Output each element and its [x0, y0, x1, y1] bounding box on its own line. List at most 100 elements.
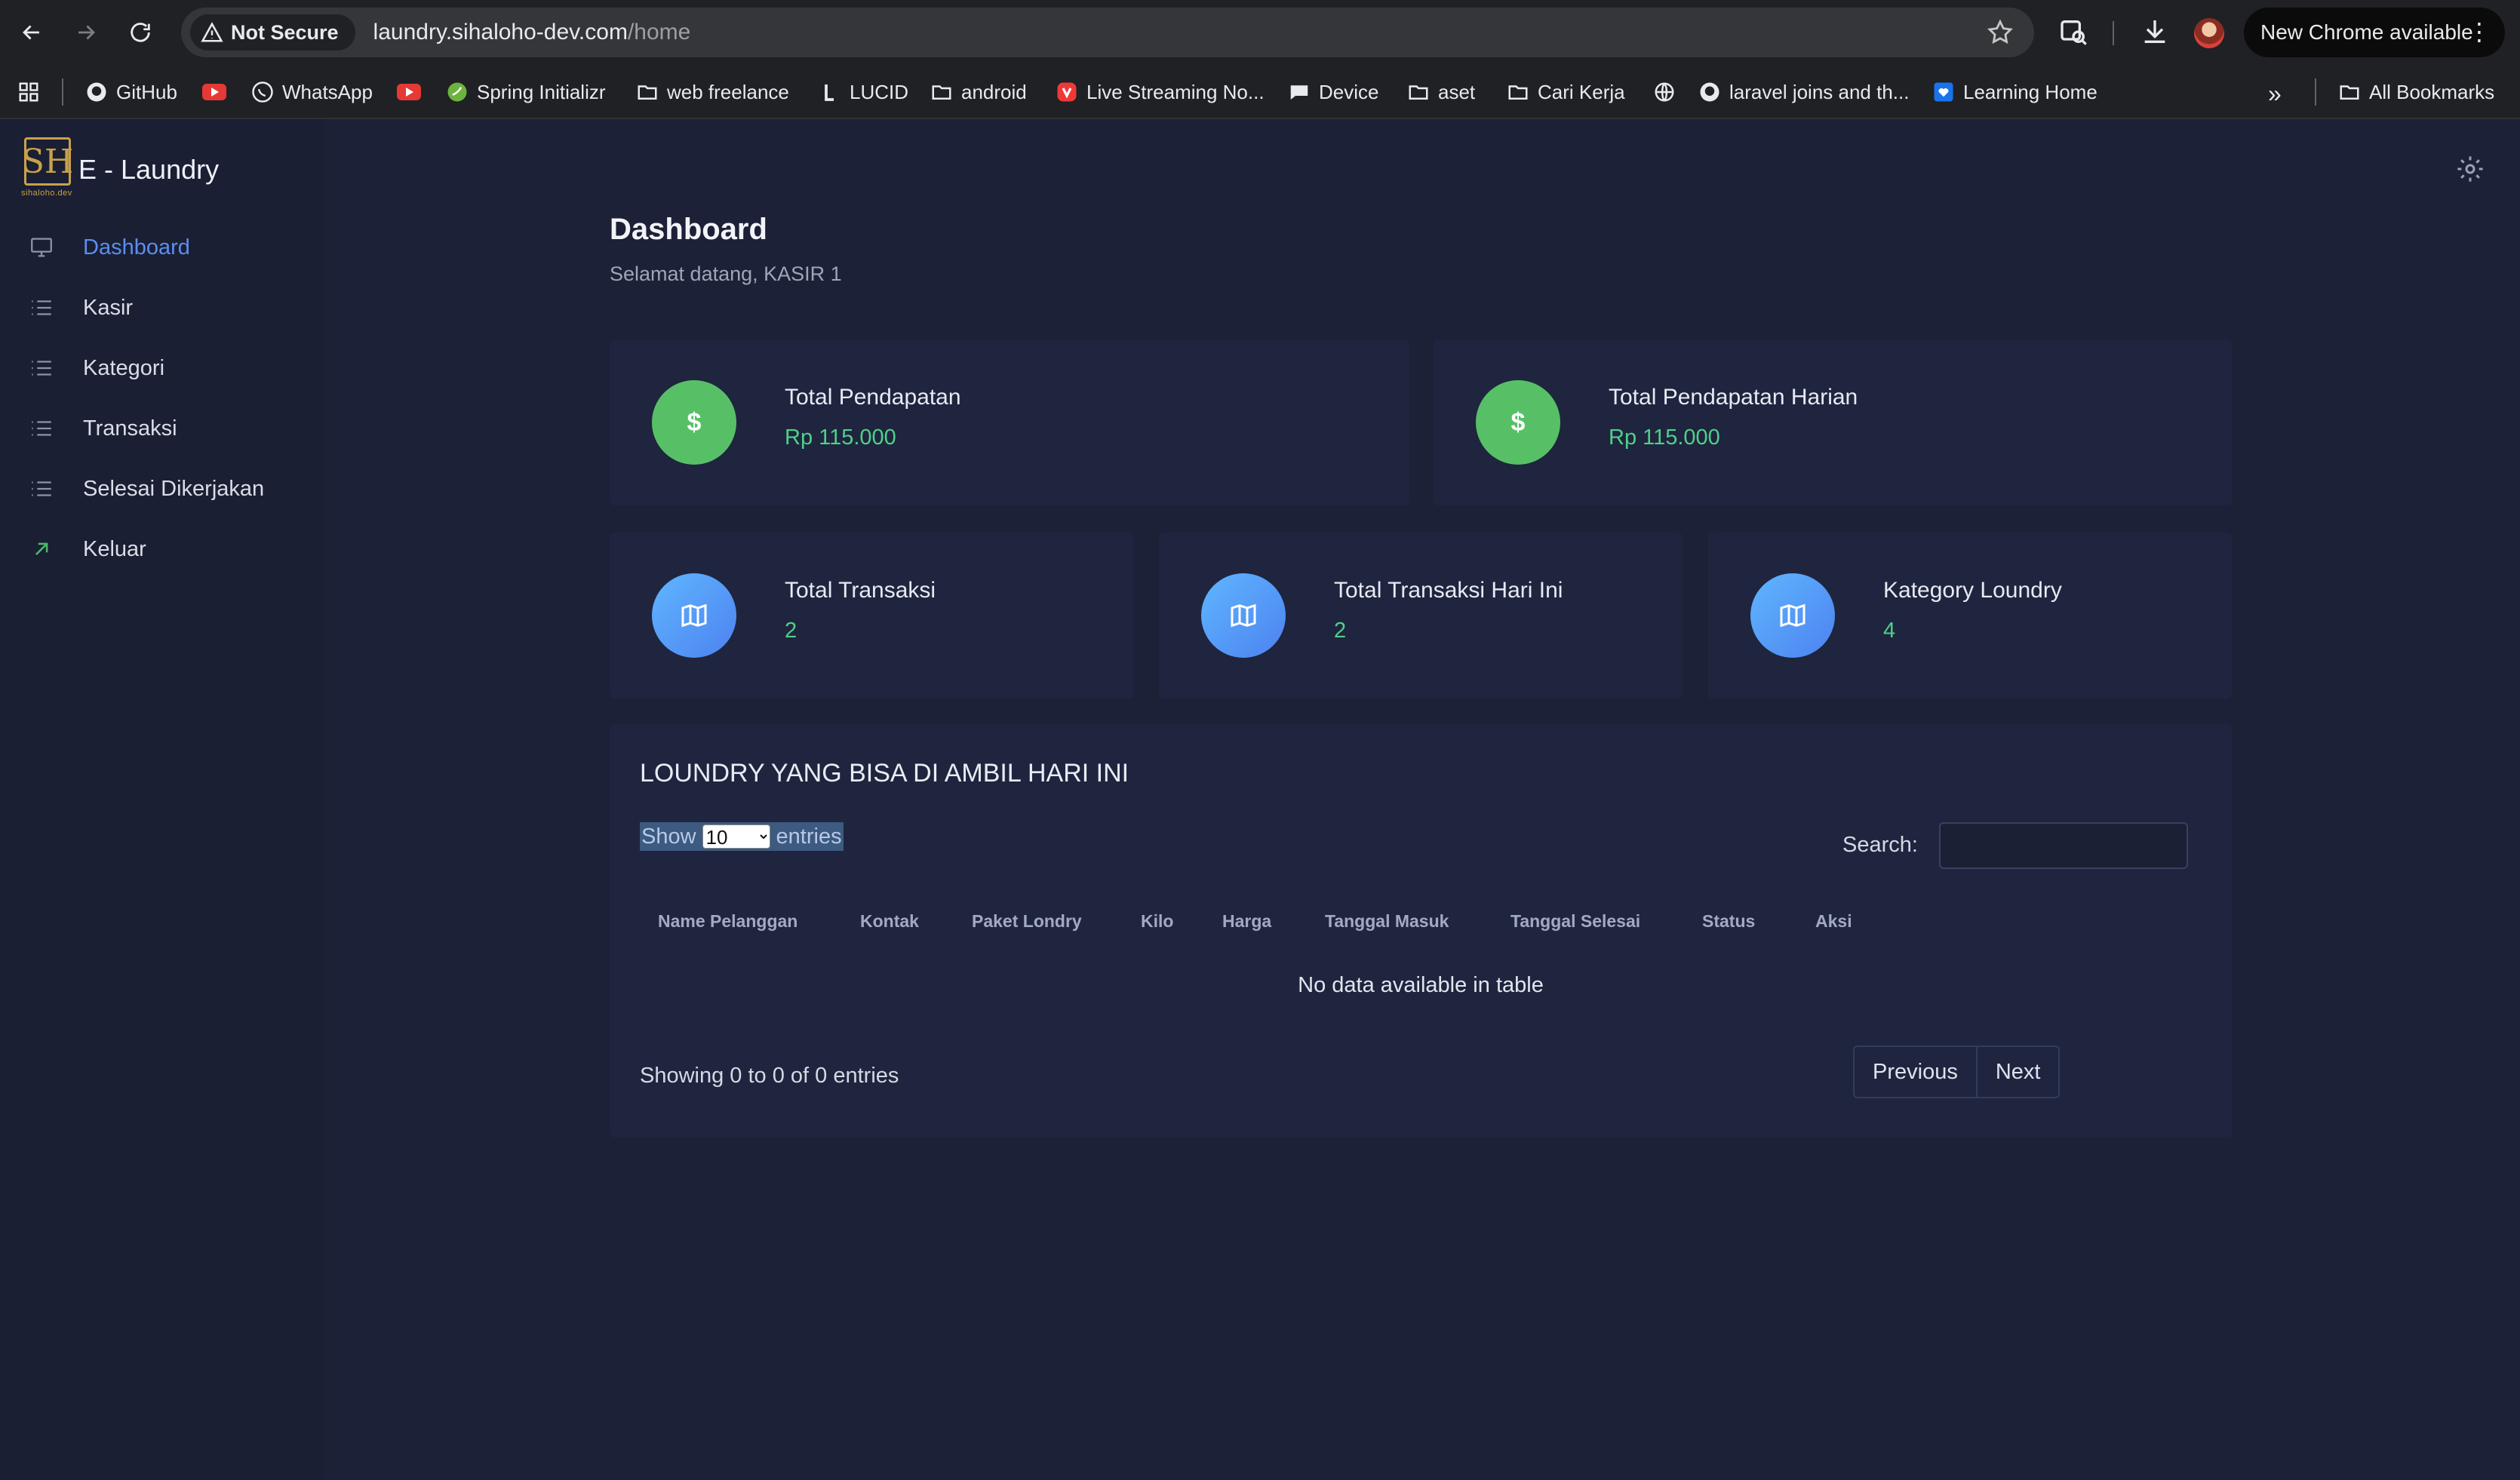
learning-icon	[1931, 80, 1956, 104]
github-icon	[1698, 80, 1722, 104]
page-size-select[interactable]: 10	[702, 824, 770, 849]
sidebar-item-label: Kategori	[83, 355, 165, 380]
stat-label: Total Transaksi Hari Ini	[1334, 578, 1563, 603]
table-title: LOUNDRY YANG BISA DI AMBIL HARI INI	[640, 759, 1129, 788]
bookmark-android[interactable]: android	[930, 80, 1027, 104]
column-header-kontak[interactable]: Kontak	[860, 911, 919, 932]
bookmark-label: WhatsApp	[282, 80, 373, 103]
column-header-name-pelanggan[interactable]: Name Pelanggan	[658, 911, 797, 932]
bookmark-youtube-2[interactable]	[397, 80, 421, 104]
sidebar-menu: Dashboard Kasir Kategori Transaksi Seles…	[0, 217, 324, 579]
browser-toolbar: Not Secure laundry.sihaloho-dev.com/home…	[0, 0, 2520, 65]
bookmark-lucid[interactable]: LUCID	[818, 80, 908, 104]
forward-button[interactable]	[63, 10, 109, 55]
bookmark-cari-kerja[interactable]: Cari Kerja	[1506, 80, 1625, 104]
stat-value: 2	[1334, 619, 1347, 643]
all-bookmarks-button[interactable]: All Bookmarks	[2337, 80, 2494, 104]
bookmark-device[interactable]: Device	[1287, 80, 1378, 104]
sidebar-item-transaksi[interactable]: Transaksi	[0, 398, 324, 459]
stat-label: Kategory Loundry	[1883, 578, 2062, 603]
previous-button[interactable]: Previous	[1855, 1047, 1978, 1097]
pagination: Previous Next	[1853, 1046, 2061, 1098]
list-icon	[32, 421, 51, 436]
arrow-up-right-icon	[35, 542, 48, 555]
sidebar-item-label: Selesai Dikerjakan	[83, 476, 265, 501]
bookmark-star-icon[interactable]	[1986, 18, 2014, 47]
apps-grid-icon	[17, 80, 41, 104]
column-header-tanggal-masuk[interactable]: Tanggal Masuk	[1325, 911, 1449, 932]
stat-value: Rp 115.000	[785, 425, 896, 450]
reload-button[interactable]	[118, 10, 163, 55]
download-icon[interactable]	[2140, 17, 2170, 47]
column-header-aksi[interactable]: Aksi	[1815, 911, 1852, 932]
sidebar-item-keluar[interactable]: Keluar	[0, 519, 324, 579]
update-label: New Chrome available	[2260, 20, 2473, 44]
bookmark-whatsapp[interactable]: WhatsApp	[250, 80, 373, 104]
url-host: laundry.sihaloho-dev.com	[373, 20, 628, 45]
more-menu-icon[interactable]: ⋮	[2467, 18, 2491, 45]
folder-icon	[2337, 80, 2362, 104]
sidebar-item-kategori[interactable]: Kategori	[0, 338, 324, 398]
arrow-right-icon	[78, 25, 95, 40]
column-header-paket-londry[interactable]: Paket Londry	[972, 911, 1082, 932]
toolbar-separator	[2113, 21, 2114, 45]
sidebar-item-dashboard[interactable]: Dashboard	[0, 217, 324, 278]
bookmark-web-freelance[interactable]: web freelance	[635, 80, 789, 104]
bookmark-spring[interactable]: Spring Initializr	[445, 80, 606, 104]
sidebar-item-selesai-dikerjakan[interactable]: Selesai Dikerjakan	[0, 459, 324, 519]
dollar-icon: $	[1476, 380, 1560, 465]
bookmark-label: GitHub	[116, 80, 177, 103]
column-header-tanggal-selesai[interactable]: Tanggal Selesai	[1510, 911, 1640, 932]
sidebar-item-label: Transaksi	[83, 416, 177, 441]
next-button[interactable]: Next	[1978, 1047, 2059, 1097]
bookmark-label: LUCID	[850, 80, 909, 103]
folder-icon	[635, 80, 659, 104]
bookmark-live-streaming[interactable]: Live Streaming No...	[1055, 80, 1265, 104]
bookmark-youtube-1[interactable]	[202, 80, 226, 104]
reload-icon	[131, 23, 150, 42]
whatsapp-icon	[250, 80, 275, 104]
entries-label: entries	[776, 824, 842, 849]
security-indicator[interactable]: Not Secure	[190, 14, 355, 51]
bookmarks-overflow-button[interactable]: »	[2268, 80, 2282, 108]
table-info: Showing 0 to 0 of 0 entries	[640, 1064, 899, 1088]
stat-card-total-transaksi: Total Transaksi 2	[610, 533, 1133, 699]
brand[interactable]: SH sihaloho.dev E - Laundry	[21, 137, 219, 202]
url-path: /home	[627, 20, 691, 45]
stat-value: Rp 115.000	[1609, 425, 1720, 450]
bookmark-github[interactable]: GitHub	[85, 80, 177, 104]
bookmark-laravel-joins[interactable]: laravel joins and th...	[1698, 80, 1909, 104]
sidebar-item-label: Keluar	[83, 536, 146, 561]
bookmark-label: Live Streaming No...	[1086, 80, 1265, 103]
profile-avatar[interactable]	[2194, 18, 2224, 48]
security-label: Not Secure	[231, 20, 339, 44]
column-header-harga[interactable]: Harga	[1222, 911, 1271, 932]
apps-button[interactable]	[17, 80, 41, 104]
show-label: Show	[641, 824, 696, 849]
bookmark-globe[interactable]	[1652, 80, 1676, 104]
lens-search-icon[interactable]	[2058, 17, 2088, 47]
chrome-update-button[interactable]: New Chrome available ⋮	[2244, 8, 2505, 57]
globe-icon	[1652, 80, 1676, 104]
warning-icon	[201, 22, 223, 42]
github-icon	[85, 80, 109, 104]
map-icon	[652, 573, 736, 658]
bookmark-learning-home[interactable]: Learning Home	[1931, 80, 2097, 104]
url-text[interactable]: laundry.sihaloho-dev.com/home	[373, 20, 691, 45]
vivaldi-icon	[1055, 80, 1079, 104]
entries-length-control: Show 10 entries	[640, 822, 844, 851]
stat-label: Total Pendapatan	[785, 385, 961, 410]
column-header-kilo[interactable]: Kilo	[1141, 911, 1173, 932]
stat-value: 4	[1883, 619, 1896, 643]
column-header-status[interactable]: Status	[1702, 911, 1755, 932]
bookmarks-separator	[2315, 78, 2316, 106]
address-bar[interactable]: Not Secure laundry.sihaloho-dev.com/home	[181, 8, 2034, 57]
bookmark-label: Cari Kerja	[1538, 80, 1625, 103]
search-input[interactable]	[1939, 822, 2188, 869]
back-button[interactable]	[9, 10, 54, 55]
bookmark-aset[interactable]: aset	[1406, 80, 1475, 104]
lucid-icon	[818, 80, 842, 104]
spring-icon	[445, 80, 469, 104]
sidebar-item-kasir[interactable]: Kasir	[0, 278, 324, 338]
stat-card-total-transaksi-hari-ini: Total Transaksi Hari Ini 2	[1159, 533, 1683, 699]
